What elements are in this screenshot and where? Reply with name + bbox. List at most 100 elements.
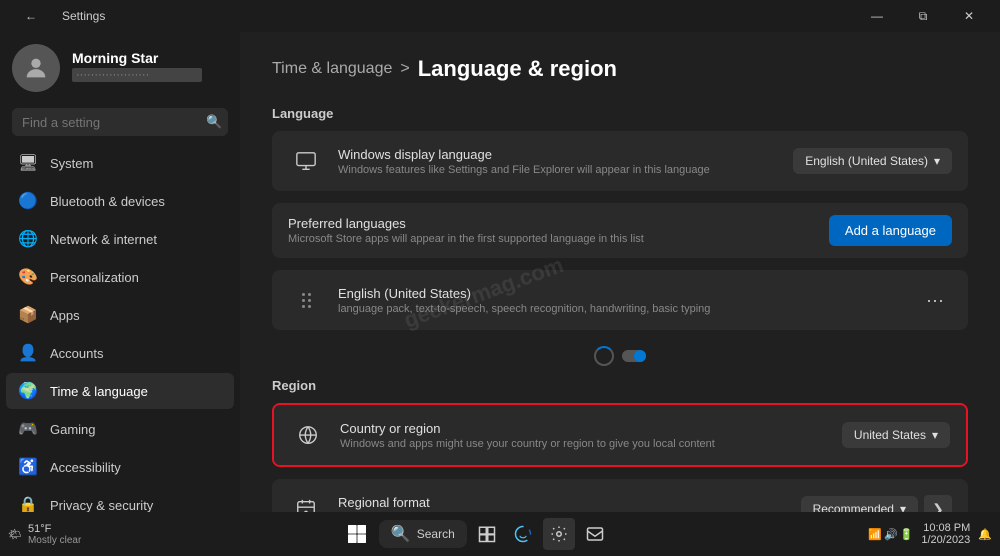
region-card: Country or region Windows and apps might…	[272, 403, 968, 467]
titlebar: ← Settings — ⧉ ✕	[0, 0, 1000, 32]
sidebar-item-bluetooth[interactable]: 🔵 Bluetooth & devices	[6, 183, 234, 219]
display-language-row[interactable]: Windows display language Windows feature…	[272, 131, 968, 191]
english-us-sub: language pack, text-to-speech, speech re…	[338, 303, 904, 315]
breadcrumb-separator: >	[400, 60, 409, 78]
start-button[interactable]	[339, 516, 375, 552]
system-icon: 🖥	[18, 153, 38, 173]
language-section-title: Language	[272, 106, 968, 121]
accounts-icon: 👤	[18, 343, 38, 363]
window-controls: — ⧉ ✕	[854, 0, 992, 32]
volume-icon: 🔊	[884, 528, 898, 541]
country-region-row[interactable]: Country or region Windows and apps might…	[274, 405, 966, 465]
taskbar: 🌤 51°F Mostly clear 🔍 Search	[0, 512, 1000, 556]
sidebar-item-apps[interactable]: 📦 Apps	[6, 297, 234, 333]
back-button[interactable]: ←	[8, 0, 54, 32]
preferred-title: Preferred languages	[288, 216, 644, 231]
weather-area[interactable]: 🌤 51°F Mostly clear	[8, 523, 81, 546]
country-dropdown-button[interactable]: United States ▾	[842, 422, 950, 448]
breadcrumb-parent[interactable]: Time & language	[272, 60, 392, 78]
country-dropdown[interactable]: United States ▾	[842, 422, 950, 448]
maximize-button[interactable]: ⧉	[900, 0, 946, 32]
preferred-languages-row: Preferred languages Microsoft Store apps…	[272, 203, 968, 258]
sidebar-item-personalization[interactable]: 🎨 Personalization	[6, 259, 234, 295]
taskbar-center: 🔍 Search	[339, 516, 611, 552]
regional-format-row[interactable]: Regional format Windows and some apps fo…	[272, 479, 968, 512]
sidebar-item-label: Accounts	[50, 346, 103, 361]
notification-icon[interactable]: 🔔	[978, 528, 992, 541]
regional-dropdown-button[interactable]: Recommended ▾	[801, 496, 918, 512]
sidebar-item-label: Accessibility	[50, 460, 121, 475]
sidebar-item-gaming[interactable]: 🎮 Gaming	[6, 411, 234, 447]
clock-date: 1/20/2023	[921, 534, 970, 546]
regional-action[interactable]: Recommended ▾ ❯	[801, 495, 952, 512]
preferred-sub: Microsoft Store apps will appear in the …	[288, 233, 644, 245]
titlebar-left: ← Settings	[8, 0, 105, 32]
personalization-icon: 🎨	[18, 267, 38, 287]
sidebar: Morning Star ···················· 🔍 🖥 Sy…	[0, 32, 240, 512]
chevron-down-icon: ▾	[900, 502, 906, 512]
sidebar-item-time-language[interactable]: 🌍 Time & language	[6, 373, 234, 409]
sidebar-item-label: Privacy & security	[50, 498, 153, 513]
weather-condition: Mostly clear	[28, 535, 81, 546]
region-inner: Country or region Windows and apps might…	[274, 405, 966, 465]
english-us-row[interactable]: English (United States) language pack, t…	[272, 270, 968, 330]
add-language-action[interactable]: Add a language	[829, 215, 952, 246]
chevron-down-icon: ▾	[934, 154, 940, 168]
avatar	[12, 44, 60, 92]
battery-icon: 🔋	[900, 528, 914, 541]
loading-area	[272, 346, 968, 366]
user-section: Morning Star ····················	[0, 32, 240, 104]
sidebar-item-label: Network & internet	[50, 232, 157, 247]
user-info: Morning Star ····················	[72, 50, 224, 87]
search-box[interactable]: 🔍	[12, 108, 228, 136]
regional-format-icon	[288, 491, 324, 512]
main-layout: Morning Star ···················· 🔍 🖥 Sy…	[0, 32, 1000, 512]
clock[interactable]: 10:08 PM 1/20/2023	[921, 522, 970, 546]
bluetooth-icon: 🔵	[18, 191, 38, 211]
sidebar-item-accounts[interactable]: 👤 Accounts	[6, 335, 234, 371]
preferred-left: Preferred languages Microsoft Store apps…	[288, 216, 644, 245]
app-title: Settings	[62, 9, 105, 23]
sidebar-item-system[interactable]: 🖥 System	[6, 145, 234, 181]
user-name: Morning Star	[72, 50, 224, 66]
chevron-down-icon: ▾	[932, 428, 938, 442]
more-button[interactable]: ···	[918, 288, 952, 313]
taskbar-left: 🌤 51°F Mostly clear	[8, 523, 81, 546]
display-language-text: Windows display language Windows feature…	[338, 147, 779, 176]
expand-button[interactable]: ❯	[924, 495, 952, 512]
minimize-button[interactable]: —	[854, 0, 900, 32]
breadcrumb-current: Language & region	[418, 56, 617, 82]
sidebar-item-label: Apps	[50, 308, 80, 323]
sidebar-item-privacy[interactable]: 🔒 Privacy & security	[6, 487, 234, 512]
network-icon: 🌐	[18, 229, 38, 249]
sidebar-item-network[interactable]: 🌐 Network & internet	[6, 221, 234, 257]
regional-title: Regional format	[338, 495, 787, 510]
sidebar-item-label: Personalization	[50, 270, 139, 285]
search-taskbar-label: Search	[417, 527, 455, 541]
search-input[interactable]	[22, 115, 198, 130]
sidebar-item-accessibility[interactable]: ♿ Accessibility	[6, 449, 234, 485]
search-icon: 🔍	[206, 114, 222, 130]
weather-icon: 🌤	[8, 528, 22, 541]
language-dropdown-button[interactable]: English (United States) ▾	[793, 148, 952, 174]
content-area: Time & language > Language & region Lang…	[240, 32, 1000, 512]
close-button[interactable]: ✕	[946, 0, 992, 32]
country-title: Country or region	[340, 421, 828, 436]
country-sub: Windows and apps might use your country …	[340, 438, 828, 450]
add-language-button[interactable]: Add a language	[829, 215, 952, 246]
language-card: Windows display language Windows feature…	[272, 131, 968, 191]
sys-tray[interactable]: 📶 🔊 🔋	[868, 528, 913, 541]
preferred-text: Preferred languages Microsoft Store apps…	[288, 216, 644, 245]
search-bar[interactable]: 🔍 Search	[379, 520, 467, 548]
display-language-icon	[288, 143, 324, 179]
english-us-more[interactable]: ···	[918, 288, 952, 313]
country-text: Country or region Windows and apps might…	[340, 421, 828, 450]
display-language-sub: Windows features like Settings and File …	[338, 164, 779, 176]
edge-button[interactable]	[507, 518, 539, 550]
user-email: ····················	[72, 68, 202, 82]
display-language-dropdown[interactable]: English (United States) ▾	[793, 148, 952, 174]
task-view-button[interactable]	[471, 518, 503, 550]
mail-button[interactable]	[579, 518, 611, 550]
settings-button[interactable]	[543, 518, 575, 550]
globe-icon	[290, 417, 326, 453]
